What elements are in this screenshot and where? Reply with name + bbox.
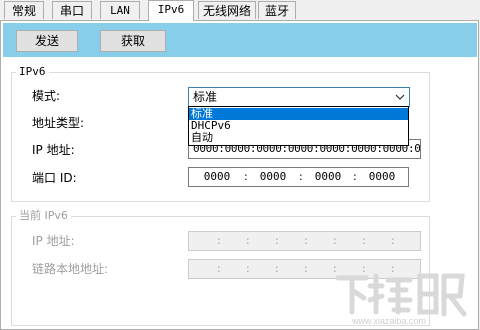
watermark-url: www.xiazaiba.com [351,316,426,326]
tab-serial[interactable]: 串口 [52,1,92,19]
port-id-field[interactable]: 0000 : 0000 : 0000 : 0000 [188,167,409,187]
separator: : [217,234,221,247]
port-id-label: 端口 ID: [32,171,77,185]
separator: : [299,170,303,183]
separator: : [275,262,279,275]
address-type-label: 地址类型: [32,116,85,130]
link-local-address-label: 链路本地地址: [32,262,109,276]
ip-address-label: IP 地址: [32,143,75,157]
separator: : [362,234,366,247]
watermark-logo: www.xiazaiba.com [332,266,472,326]
mode-select[interactable]: 标准 [188,87,410,107]
tab-label: 常规 [11,4,36,18]
separator: : [333,234,337,247]
separator: : [246,262,250,275]
tab-ipv6[interactable]: IPv6 [148,0,194,21]
tab-label: 串口 [59,4,84,18]
tab-bluetooth[interactable]: 蓝牙 [258,1,296,19]
separator: : [217,262,221,275]
current-ip-address-field: : : : : : : : [188,231,421,251]
separator: : [353,170,357,183]
separator: : [244,170,248,183]
tab-lan[interactable]: LAN [100,1,140,19]
tab-general[interactable]: 常规 [4,1,44,19]
separator: : [275,234,279,247]
current-ip-address-label: IP 地址: [32,234,75,248]
mode-label: 模式: [32,89,61,103]
mode-option-auto[interactable]: 自动 [189,132,408,144]
fetch-button[interactable]: 获取 [100,30,166,52]
separator: : [304,262,308,275]
ipv6-group-title: IPv6 [16,66,49,78]
separator: : [246,234,250,247]
tab-bar: 常规 串口 LAN IPv6 无线网络 蓝牙 [0,0,480,21]
separator: : [304,234,308,247]
port-id-segment: 0000 [203,170,231,183]
mode-option-dhcpv6[interactable]: DHCPv6 [189,120,408,132]
send-button[interactable]: 发送 [16,30,78,52]
current-ipv6-group-title: 当前 IPv6 [16,210,71,222]
mode-dropdown-list: 标准 DHCPv6 自动 [188,106,409,146]
tab-label: 无线网络 [202,4,251,18]
tab-label: IPv6 [157,3,185,16]
port-id-segment: 0000 [259,170,287,183]
tab-label: 蓝牙 [264,4,289,18]
mode-value: 标准 [193,90,218,104]
separator: : [391,234,395,247]
tab-label: LAN [110,4,130,17]
tab-wireless[interactable]: 无线网络 [198,1,256,19]
port-id-segment: 0000 [314,170,342,183]
port-id-segment: 0000 [368,170,396,183]
